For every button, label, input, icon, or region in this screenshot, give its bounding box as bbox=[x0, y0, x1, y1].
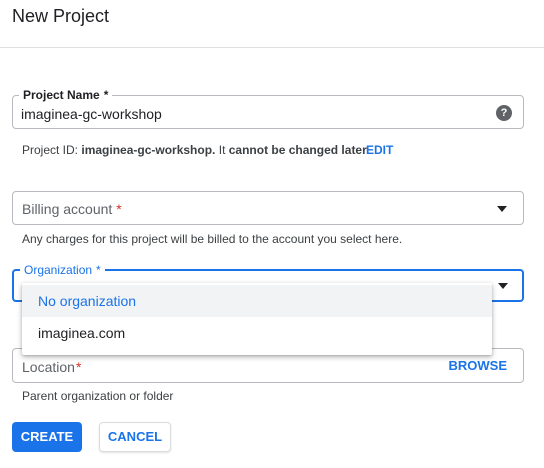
project-name-label-text: Project Name bbox=[23, 88, 100, 102]
billing-account-placeholder-text: Billing account bbox=[22, 201, 113, 217]
location-hint: Parent organization or folder bbox=[22, 389, 174, 403]
billing-account-placeholder: Billing account * bbox=[22, 201, 122, 217]
page-header: New Project bbox=[0, 0, 544, 48]
required-mark: * bbox=[116, 201, 122, 217]
project-id-prefix: Project ID: bbox=[22, 143, 79, 157]
project-name-field[interactable]: Project Name * imaginea-gc-workshop ? bbox=[12, 88, 524, 129]
project-id-value: imaginea-gc-workshop. bbox=[81, 143, 216, 157]
menu-item-no-organization[interactable]: No organization bbox=[22, 285, 492, 317]
create-button[interactable]: CREATE bbox=[12, 422, 82, 452]
organization-label: Organization * bbox=[20, 263, 105, 277]
menu-item-imaginea-com[interactable]: imaginea.com bbox=[22, 317, 492, 349]
organization-dropdown-menu: No organization imaginea.com bbox=[22, 283, 492, 355]
location-placeholder: Location* bbox=[22, 359, 81, 375]
project-id-text: Project ID: imaginea-gc-workshop. It can… bbox=[22, 143, 369, 157]
organization-label-text: Organization bbox=[24, 263, 93, 277]
browse-button[interactable]: BROWSE bbox=[449, 358, 508, 373]
billing-account-select[interactable]: Billing account * bbox=[12, 191, 524, 225]
dropdown-arrow-icon[interactable] bbox=[498, 283, 508, 289]
location-placeholder-text: Location bbox=[22, 359, 75, 375]
cancel-button[interactable]: CANCEL bbox=[99, 422, 171, 452]
page-title: New Project bbox=[12, 6, 110, 26]
dropdown-arrow-icon[interactable] bbox=[497, 206, 507, 212]
project-name-label: Project Name * bbox=[19, 88, 113, 102]
required-mark: * bbox=[103, 88, 109, 102]
help-icon[interactable]: ? bbox=[496, 105, 512, 121]
project-name-input[interactable]: imaginea-gc-workshop bbox=[21, 106, 162, 122]
required-mark: * bbox=[96, 263, 101, 277]
required-mark: * bbox=[75, 359, 82, 375]
project-id-note: cannot be changed later. bbox=[228, 143, 370, 157]
project-id-suffix: It bbox=[218, 143, 226, 157]
edit-project-id-button[interactable]: EDIT bbox=[366, 143, 393, 157]
billing-account-hint: Any charges for this project will be bil… bbox=[22, 232, 403, 246]
